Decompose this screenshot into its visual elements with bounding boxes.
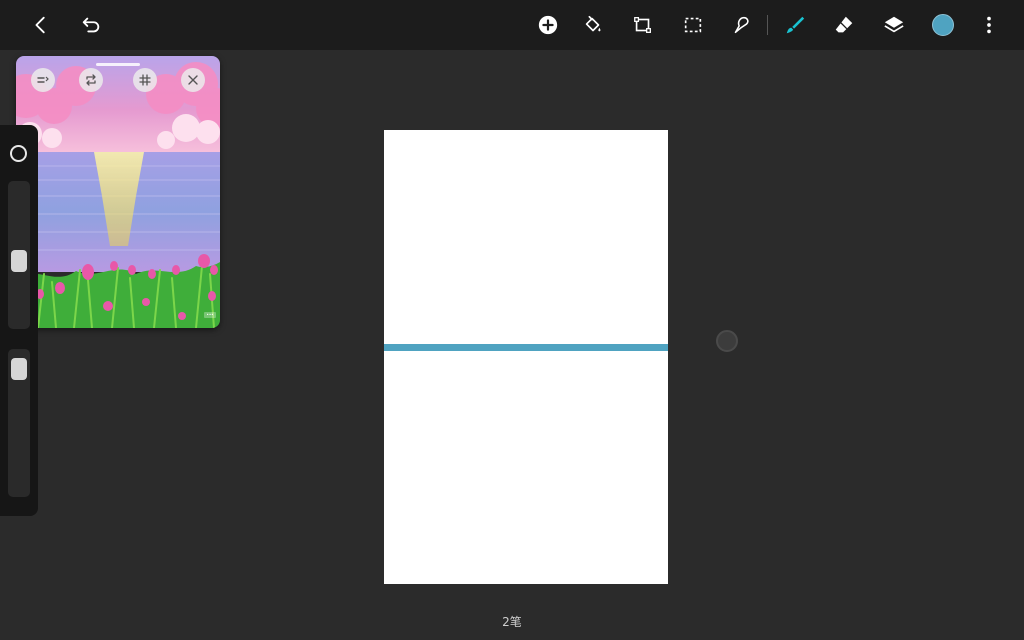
layers-button[interactable] xyxy=(879,10,909,40)
reference-flip-button[interactable] xyxy=(79,68,103,92)
back-button[interactable] xyxy=(26,10,56,40)
selection-icon xyxy=(684,17,702,33)
opacity-thumb[interactable] xyxy=(11,358,27,380)
drawing-canvas[interactable] xyxy=(384,130,668,584)
reference-close-icon xyxy=(188,75,198,85)
reference-grid-button[interactable] xyxy=(133,68,157,92)
layers-icon xyxy=(884,16,904,33)
brush-icon xyxy=(786,16,805,34)
eraser-button[interactable] xyxy=(829,10,859,40)
stroke-count-label: 2笔 xyxy=(502,615,522,629)
toolbar-divider xyxy=(767,15,768,35)
reference-image xyxy=(16,56,220,328)
transform-icon xyxy=(634,17,651,33)
reference-image-window[interactable]: ••• xyxy=(16,56,220,328)
brush-size-thumb[interactable] xyxy=(11,250,27,272)
undo-button[interactable] xyxy=(76,10,106,40)
fill-bucket-icon xyxy=(585,15,601,32)
fill-button[interactable] xyxy=(578,10,608,40)
reference-flip-icon xyxy=(86,74,96,86)
reference-drag-handle[interactable] xyxy=(96,63,140,66)
smudge-button[interactable] xyxy=(726,10,756,40)
reference-close-button[interactable] xyxy=(181,68,205,92)
reference-grid-icon xyxy=(139,74,151,86)
reference-watermark: ••• xyxy=(204,312,216,318)
current-color-swatch[interactable] xyxy=(932,14,954,36)
brush-stroke xyxy=(384,344,668,351)
transform-button[interactable] xyxy=(628,10,658,40)
smudge-icon xyxy=(734,16,749,34)
reference-settings-icon xyxy=(37,76,49,83)
opacity-slider[interactable] xyxy=(8,349,30,497)
reference-settings-button[interactable] xyxy=(31,68,55,92)
more-icon xyxy=(987,16,991,34)
add-icon xyxy=(538,15,558,35)
back-icon xyxy=(35,16,45,34)
brush-cursor xyxy=(716,330,738,352)
selection-button[interactable] xyxy=(678,10,708,40)
eraser-icon xyxy=(835,16,853,33)
brush-button[interactable] xyxy=(780,10,810,40)
brush-size-slider[interactable] xyxy=(8,181,30,329)
add-button[interactable] xyxy=(533,10,563,40)
side-panel xyxy=(0,125,38,516)
top-toolbar xyxy=(0,0,1024,50)
modify-button[interactable] xyxy=(10,145,27,162)
undo-icon xyxy=(82,17,100,33)
more-button[interactable] xyxy=(974,10,1004,40)
